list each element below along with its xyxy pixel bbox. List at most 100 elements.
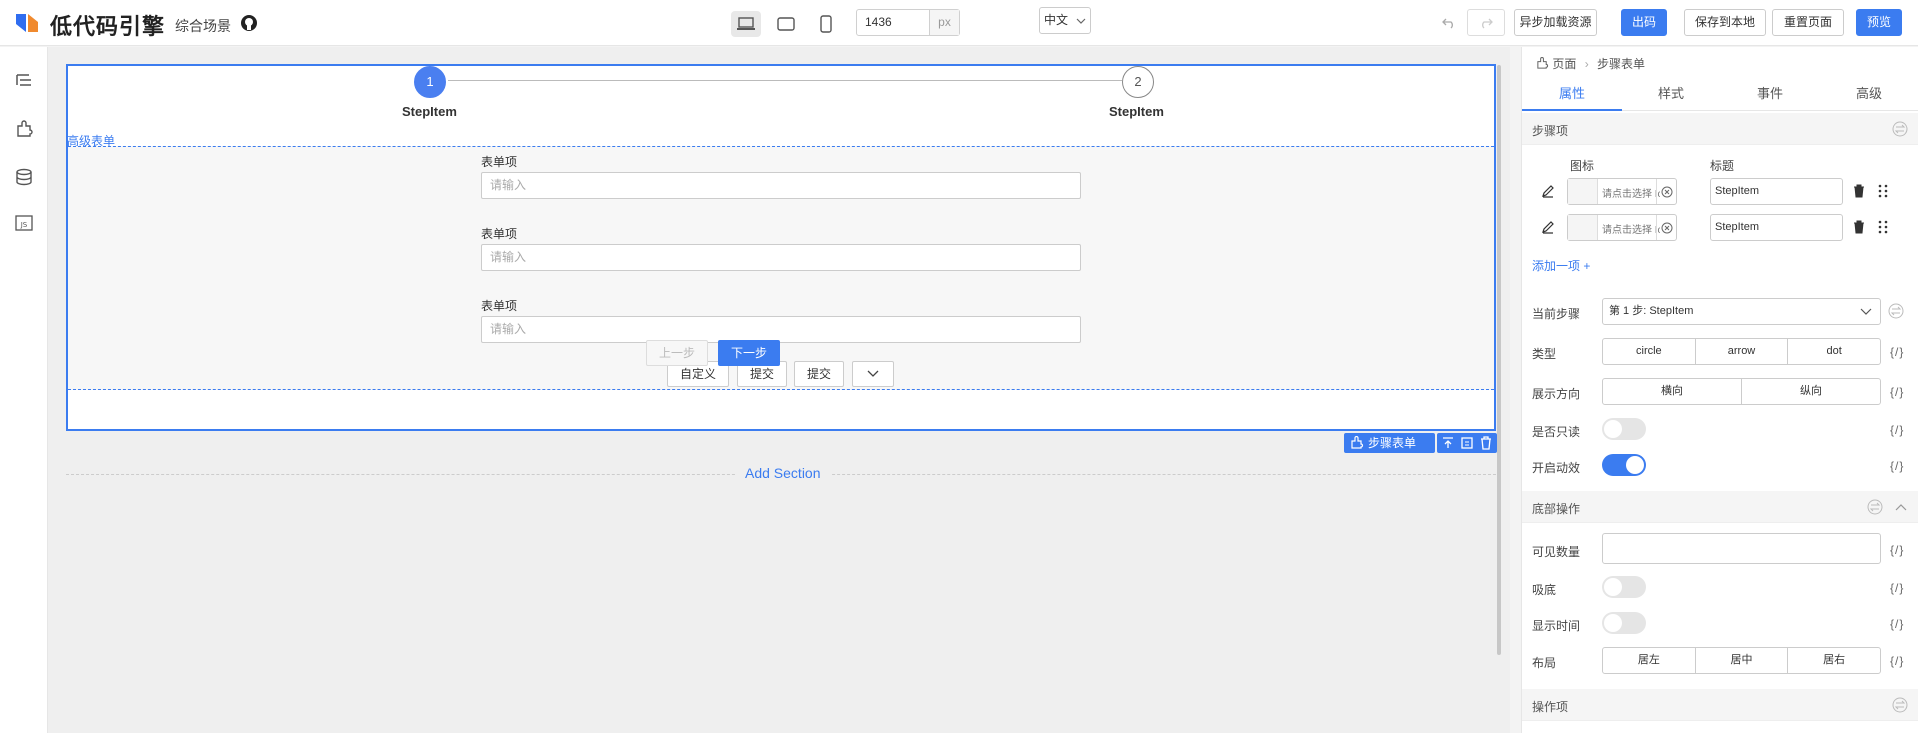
section-actions[interactable]: 操作项 — [1522, 689, 1918, 721]
github-icon[interactable] — [240, 14, 258, 32]
delete-icon[interactable] — [1852, 184, 1866, 198]
step-1-title: StepItem — [402, 104, 457, 119]
step-icon-picker[interactable]: 请点击选择 Ico — [1567, 178, 1677, 205]
js-code-icon[interactable]: JS — [14, 213, 34, 233]
layout-option-right[interactable]: 居右 — [1788, 648, 1880, 673]
settings-panel: 页面 › 步骤表单 属性 样式 事件 高级 步骤项 图标 标题 请点击选择 Ic… — [1521, 47, 1918, 733]
scene-name[interactable]: 综合场景 — [175, 16, 231, 36]
type-option-arrow[interactable]: arrow — [1696, 339, 1789, 364]
variable-bind-button[interactable]: {/} — [1890, 423, 1904, 437]
layout-option-center[interactable]: 居中 — [1696, 648, 1789, 673]
type-option-dot[interactable]: dot — [1788, 339, 1880, 364]
layout-radio-group[interactable]: 居左 居中 居右 — [1602, 647, 1881, 674]
form-item-input[interactable]: 请输入 — [481, 172, 1081, 199]
breadcrumb-current: 步骤表单 — [1597, 57, 1646, 71]
section-step-items[interactable]: 步骤项 — [1522, 113, 1918, 145]
step-title-input[interactable]: StepItem — [1710, 214, 1843, 241]
switch-mode-icon[interactable] — [1892, 121, 1908, 137]
language-select[interactable]: 中文 — [1039, 7, 1091, 34]
variable-bind-button[interactable]: {/} — [1890, 385, 1904, 399]
tab-events[interactable]: 事件 — [1720, 77, 1820, 111]
breadcrumb-page[interactable]: 页面 — [1552, 57, 1576, 71]
animation-toggle[interactable] — [1602, 454, 1646, 476]
datasource-icon[interactable] — [14, 167, 34, 187]
direction-option-vertical[interactable]: 纵向 — [1742, 379, 1880, 404]
redo-button[interactable] — [1467, 9, 1505, 36]
previous-step-button[interactable]: 上一步 — [646, 340, 708, 366]
next-step-button[interactable]: 下一步 — [718, 340, 780, 366]
variable-bind-button[interactable]: {/} — [1890, 459, 1904, 473]
delete-icon[interactable] — [1479, 436, 1493, 450]
preview-button[interactable]: 预览 — [1856, 9, 1902, 36]
drag-handle-icon[interactable] — [1878, 184, 1888, 198]
export-code-button[interactable]: 出码 — [1621, 9, 1667, 36]
edit-icon[interactable] — [1541, 220, 1555, 234]
redo-icon — [1482, 18, 1493, 28]
desktop-view-button[interactable] — [731, 11, 761, 37]
more-button[interactable] — [852, 361, 894, 387]
clear-icon[interactable] — [1656, 179, 1676, 204]
type-option-circle[interactable]: circle — [1603, 339, 1696, 364]
canvas-width-value[interactable]: 1436 — [857, 10, 929, 35]
outline-tree-icon[interactable] — [14, 71, 34, 91]
variable-bind-button[interactable]: {/} — [1890, 345, 1904, 359]
icon-preview — [1568, 179, 1598, 204]
async-load-button[interactable]: 异步加载资源 — [1514, 9, 1597, 36]
undo-button[interactable] — [1430, 9, 1468, 36]
switch-mode-icon[interactable] — [1867, 499, 1883, 515]
selected-component-tag[interactable]: 步骤表单 — [1344, 433, 1435, 453]
readonly-toggle[interactable] — [1602, 418, 1646, 440]
step-title-input[interactable]: StepItem — [1710, 178, 1843, 205]
canvas-width-field[interactable]: 1436 px — [856, 9, 960, 36]
reset-page-button[interactable]: 重置页面 — [1772, 9, 1844, 36]
section-footer-ops[interactable]: 底部操作 — [1522, 491, 1918, 523]
visible-count-input[interactable] — [1602, 533, 1881, 564]
step-2-circle[interactable]: 2 — [1122, 66, 1154, 98]
show-time-label: 显示时间 — [1532, 619, 1581, 633]
direction-radio-group[interactable]: 横向 纵向 — [1602, 378, 1881, 405]
tab-advanced[interactable]: 高级 — [1819, 77, 1918, 111]
canvas-scrollbar[interactable] — [1497, 65, 1501, 655]
clear-icon[interactable] — [1656, 215, 1676, 240]
direction-option-horizontal[interactable]: 横向 — [1603, 379, 1742, 404]
section-title: 底部操作 — [1532, 502, 1581, 516]
type-radio-group[interactable]: circle arrow dot — [1602, 338, 1881, 365]
sticky-toggle[interactable] — [1602, 576, 1646, 598]
variable-bind-button[interactable]: {/} — [1890, 543, 1904, 557]
move-up-icon[interactable] — [1441, 436, 1455, 450]
settings-tabs: 属性 样式 事件 高级 — [1522, 77, 1918, 111]
variable-bind-button[interactable]: {/} — [1890, 654, 1904, 668]
delete-icon[interactable] — [1852, 220, 1866, 234]
chevron-down-icon — [1860, 308, 1872, 315]
step-1-circle[interactable]: 1 — [414, 66, 446, 98]
chevron-up-icon[interactable] — [1895, 503, 1907, 511]
drag-handle-icon[interactable] — [1878, 220, 1888, 234]
mobile-view-button[interactable] — [811, 11, 841, 37]
form-item-input[interactable]: 请输入 — [481, 316, 1081, 343]
add-section-button[interactable]: Add Section — [735, 465, 831, 481]
variable-bind-button[interactable]: {/} — [1890, 617, 1904, 631]
tab-style[interactable]: 样式 — [1621, 77, 1721, 111]
copy-icon[interactable] — [1460, 436, 1474, 450]
current-step-select[interactable]: 第 1 步: StepItem — [1602, 298, 1881, 325]
current-step-label: 当前步骤 — [1532, 307, 1581, 321]
breadcrumb-separator: › — [1584, 57, 1589, 71]
component-library-icon[interactable] — [14, 119, 34, 139]
edit-icon[interactable] — [1541, 184, 1555, 198]
advanced-form[interactable]: 表单项 请输入 表单项 请输入 表单项 请输入 自定义 提交 提交 — [68, 146, 1494, 390]
visible-count-label: 可见数量 — [1532, 545, 1581, 559]
step-icon-picker[interactable]: 请点击选择 Ico — [1567, 214, 1677, 241]
switch-mode-icon[interactable] — [1888, 303, 1904, 319]
save-local-button[interactable]: 保存到本地 — [1684, 9, 1766, 36]
show-time-toggle[interactable] — [1602, 612, 1646, 634]
tablet-view-button[interactable] — [771, 11, 801, 37]
undo-icon — [1442, 18, 1453, 28]
variable-bind-button[interactable]: {/} — [1890, 581, 1904, 595]
layout-option-left[interactable]: 居左 — [1603, 648, 1696, 673]
form-item-input[interactable]: 请输入 — [481, 244, 1081, 271]
tab-props[interactable]: 属性 — [1522, 77, 1622, 111]
submit-button[interactable]: 提交 — [794, 361, 844, 387]
switch-mode-icon[interactable] — [1892, 697, 1908, 713]
step-form-component[interactable]: 1 2 StepItem StepItem 高级表单 表单项 请输入 表单项 请… — [66, 64, 1496, 431]
add-item-link[interactable]: 添加一项 + — [1532, 257, 1590, 274]
